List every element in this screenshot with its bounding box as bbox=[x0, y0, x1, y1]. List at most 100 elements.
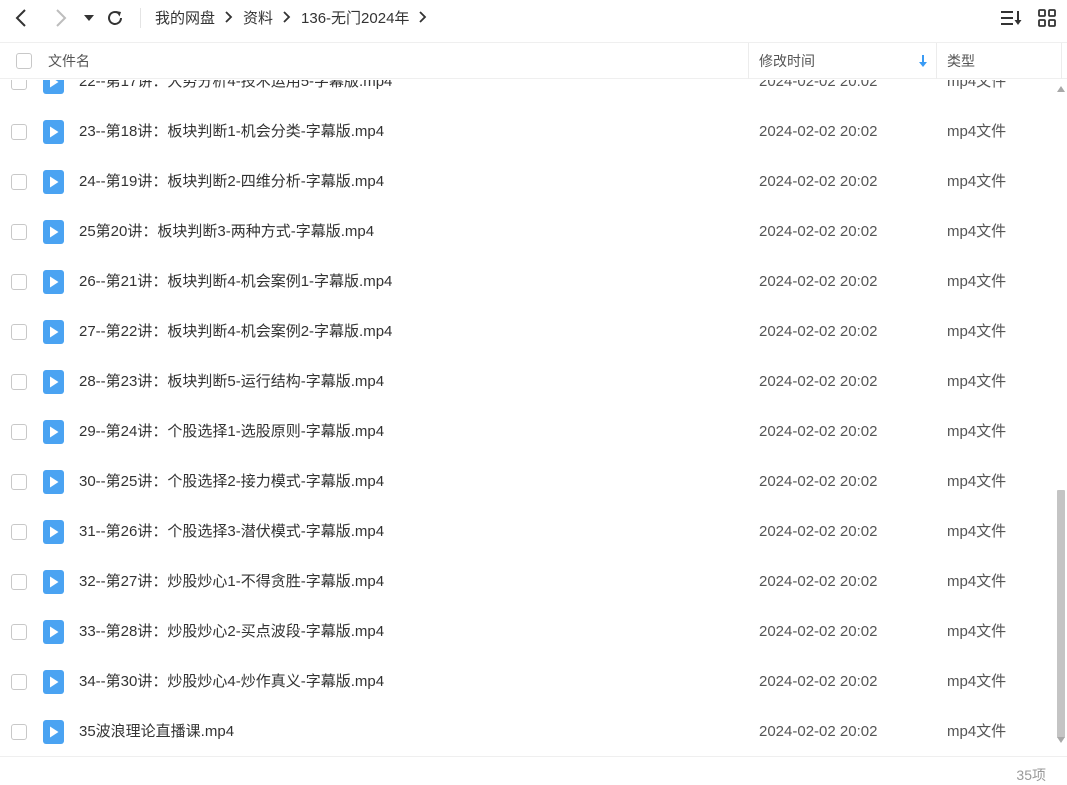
scroll-up-icon[interactable] bbox=[1057, 86, 1065, 92]
breadcrumb-item-root[interactable]: 我的网盘 bbox=[155, 7, 215, 28]
refresh-button[interactable] bbox=[104, 4, 126, 32]
file-name[interactable]: 23--第18讲：板块判断1-机会分类-字幕版.mp4 bbox=[79, 107, 384, 157]
file-row[interactable]: 29--第24讲：个股选择1-选股原则-字幕版.mp4 2024-02-02 2… bbox=[0, 407, 1055, 457]
file-modified-date: 2024-02-02 20:02 bbox=[759, 373, 878, 390]
column-date[interactable]: 修改时间 bbox=[759, 43, 815, 79]
column-name[interactable]: 文件名 bbox=[48, 43, 90, 79]
video-file-icon bbox=[43, 620, 64, 644]
row-checkbox[interactable] bbox=[11, 274, 27, 290]
scrollbar-thumb[interactable] bbox=[1057, 490, 1065, 738]
status-bar: 35项 bbox=[0, 756, 1067, 783]
video-file-icon bbox=[43, 570, 64, 594]
file-name[interactable]: 27--第22讲：板块判断4-机会案例2-字幕版.mp4 bbox=[79, 307, 392, 357]
row-checkbox[interactable] bbox=[11, 524, 27, 540]
file-row[interactable]: 26--第21讲：板块判断4-机会案例1-字幕版.mp4 2024-02-02 … bbox=[0, 257, 1055, 307]
file-type: mp4文件 bbox=[947, 373, 1007, 390]
video-file-icon bbox=[43, 720, 64, 744]
row-checkbox[interactable] bbox=[11, 574, 27, 590]
file-name[interactable]: 24--第19讲：板块判断2-四维分析-字幕版.mp4 bbox=[79, 157, 384, 207]
file-name[interactable]: 26--第21讲：板块判断4-机会案例1-字幕版.mp4 bbox=[79, 257, 392, 307]
column-divider bbox=[1061, 43, 1062, 79]
file-row[interactable]: 32--第27讲：炒股炒心1-不得贪胜-字幕版.mp4 2024-02-02 2… bbox=[0, 557, 1055, 607]
file-type: mp4文件 bbox=[947, 523, 1007, 540]
scrollbar[interactable] bbox=[1055, 80, 1067, 756]
file-modified-date: 2024-02-02 20:02 bbox=[759, 473, 878, 490]
video-file-icon bbox=[43, 320, 64, 344]
file-modified-date: 2024-02-02 20:02 bbox=[759, 573, 878, 590]
row-checkbox[interactable] bbox=[11, 124, 27, 140]
toolbar: 我的网盘 资料 136-无门2024年 bbox=[0, 0, 1067, 38]
toolbar-divider bbox=[140, 8, 141, 28]
file-row[interactable]: 30--第25讲：个股选择2-接力模式-字幕版.mp4 2024-02-02 2… bbox=[0, 457, 1055, 507]
back-button[interactable] bbox=[10, 4, 32, 32]
row-checkbox[interactable] bbox=[11, 324, 27, 340]
forward-button[interactable] bbox=[50, 4, 72, 32]
file-type: mp4文件 bbox=[947, 573, 1007, 590]
file-name[interactable]: 25第20讲：板块判断3-两种方式-字幕版.mp4 bbox=[79, 207, 374, 257]
file-modified-date: 2024-02-02 20:02 bbox=[759, 273, 878, 290]
file-modified-date: 2024-02-02 20:02 bbox=[759, 423, 878, 440]
file-modified-date: 2024-02-02 20:02 bbox=[759, 323, 878, 340]
video-file-icon bbox=[43, 170, 64, 194]
row-checkbox[interactable] bbox=[11, 80, 27, 90]
video-file-icon bbox=[43, 270, 64, 294]
file-modified-date: 2024-02-02 20:02 bbox=[759, 523, 878, 540]
file-type: mp4文件 bbox=[947, 423, 1007, 440]
file-modified-date: 2024-02-02 20:02 bbox=[759, 623, 878, 640]
row-checkbox[interactable] bbox=[11, 674, 27, 690]
file-type: mp4文件 bbox=[947, 673, 1007, 690]
file-type: mp4文件 bbox=[947, 473, 1007, 490]
file-row[interactable]: 27--第22讲：板块判断4-机会案例2-字幕版.mp4 2024-02-02 … bbox=[0, 307, 1055, 357]
row-checkbox[interactable] bbox=[11, 724, 27, 740]
file-type: mp4文件 bbox=[947, 80, 1007, 90]
row-checkbox[interactable] bbox=[11, 374, 27, 390]
breadcrumb-item-data[interactable]: 资料 bbox=[243, 7, 273, 28]
history-dropdown-button[interactable] bbox=[82, 4, 96, 32]
file-name[interactable]: 33--第28讲：炒股炒心2-买点波段-字幕版.mp4 bbox=[79, 607, 384, 657]
arrow-down-icon bbox=[918, 43, 928, 79]
scroll-down-icon[interactable] bbox=[1057, 737, 1065, 743]
file-type: mp4文件 bbox=[947, 273, 1007, 290]
file-row[interactable]: 24--第19讲：板块判断2-四维分析-字幕版.mp4 2024-02-02 2… bbox=[0, 157, 1055, 207]
file-type: mp4文件 bbox=[947, 123, 1007, 140]
file-row[interactable]: 31--第26讲：个股选择3-潜伏模式-字幕版.mp4 2024-02-02 2… bbox=[0, 507, 1055, 557]
file-row[interactable]: 35波浪理论直播课.mp4 2024-02-02 20:02 mp4文件 bbox=[0, 707, 1055, 756]
video-file-icon bbox=[43, 370, 64, 394]
sort-button[interactable] bbox=[1001, 8, 1023, 28]
file-type: mp4文件 bbox=[947, 223, 1007, 240]
file-rows: 22--第17讲：大势分析4-技术运用5-字幕版.mp4 2024-02-02 … bbox=[0, 80, 1055, 756]
file-name[interactable]: 22--第17讲：大势分析4-技术运用5-字幕版.mp4 bbox=[79, 80, 392, 107]
video-file-icon bbox=[43, 520, 64, 544]
breadcrumb-item-current[interactable]: 136-无门2024年 bbox=[301, 7, 409, 28]
file-modified-date: 2024-02-02 20:02 bbox=[759, 673, 878, 690]
file-name[interactable]: 32--第27讲：炒股炒心1-不得贪胜-字幕版.mp4 bbox=[79, 557, 384, 607]
file-row[interactable]: 25第20讲：板块判断3-两种方式-字幕版.mp4 2024-02-02 20:… bbox=[0, 207, 1055, 257]
row-checkbox[interactable] bbox=[11, 474, 27, 490]
file-row[interactable]: 22--第17讲：大势分析4-技术运用5-字幕版.mp4 2024-02-02 … bbox=[0, 80, 1055, 107]
view-toggle-button[interactable] bbox=[1038, 8, 1056, 28]
file-row[interactable]: 23--第18讲：板块判断1-机会分类-字幕版.mp4 2024-02-02 2… bbox=[0, 107, 1055, 157]
video-file-icon bbox=[43, 420, 64, 444]
file-type: mp4文件 bbox=[947, 723, 1007, 740]
file-name[interactable]: 31--第26讲：个股选择3-潜伏模式-字幕版.mp4 bbox=[79, 507, 384, 557]
file-row[interactable]: 28--第23讲：板块判断5-运行结构-字幕版.mp4 2024-02-02 2… bbox=[0, 357, 1055, 407]
file-name[interactable]: 30--第25讲：个股选择2-接力模式-字幕版.mp4 bbox=[79, 457, 384, 507]
file-name[interactable]: 34--第30讲：炒股炒心4-炒作真义-字幕版.mp4 bbox=[79, 657, 384, 707]
file-name[interactable]: 35波浪理论直播课.mp4 bbox=[79, 707, 234, 756]
row-checkbox[interactable] bbox=[11, 624, 27, 640]
file-row[interactable]: 34--第30讲：炒股炒心4-炒作真义-字幕版.mp4 2024-02-02 2… bbox=[0, 657, 1055, 707]
column-divider bbox=[748, 43, 749, 79]
file-name[interactable]: 28--第23讲：板块判断5-运行结构-字幕版.mp4 bbox=[79, 357, 384, 407]
column-type[interactable]: 类型 bbox=[947, 43, 975, 79]
file-name[interactable]: 29--第24讲：个股选择1-选股原则-字幕版.mp4 bbox=[79, 407, 384, 457]
row-checkbox[interactable] bbox=[11, 424, 27, 440]
video-file-icon bbox=[43, 80, 64, 94]
file-row[interactable]: 33--第28讲：炒股炒心2-买点波段-字幕版.mp4 2024-02-02 2… bbox=[0, 607, 1055, 657]
row-checkbox[interactable] bbox=[11, 174, 27, 190]
select-all-checkbox[interactable] bbox=[16, 43, 32, 79]
file-type: mp4文件 bbox=[947, 623, 1007, 640]
chevron-right-icon bbox=[283, 11, 291, 23]
sort-list-icon bbox=[1001, 11, 1022, 25]
column-header: 文件名 修改时间 类型 bbox=[0, 42, 1067, 79]
row-checkbox[interactable] bbox=[11, 224, 27, 240]
